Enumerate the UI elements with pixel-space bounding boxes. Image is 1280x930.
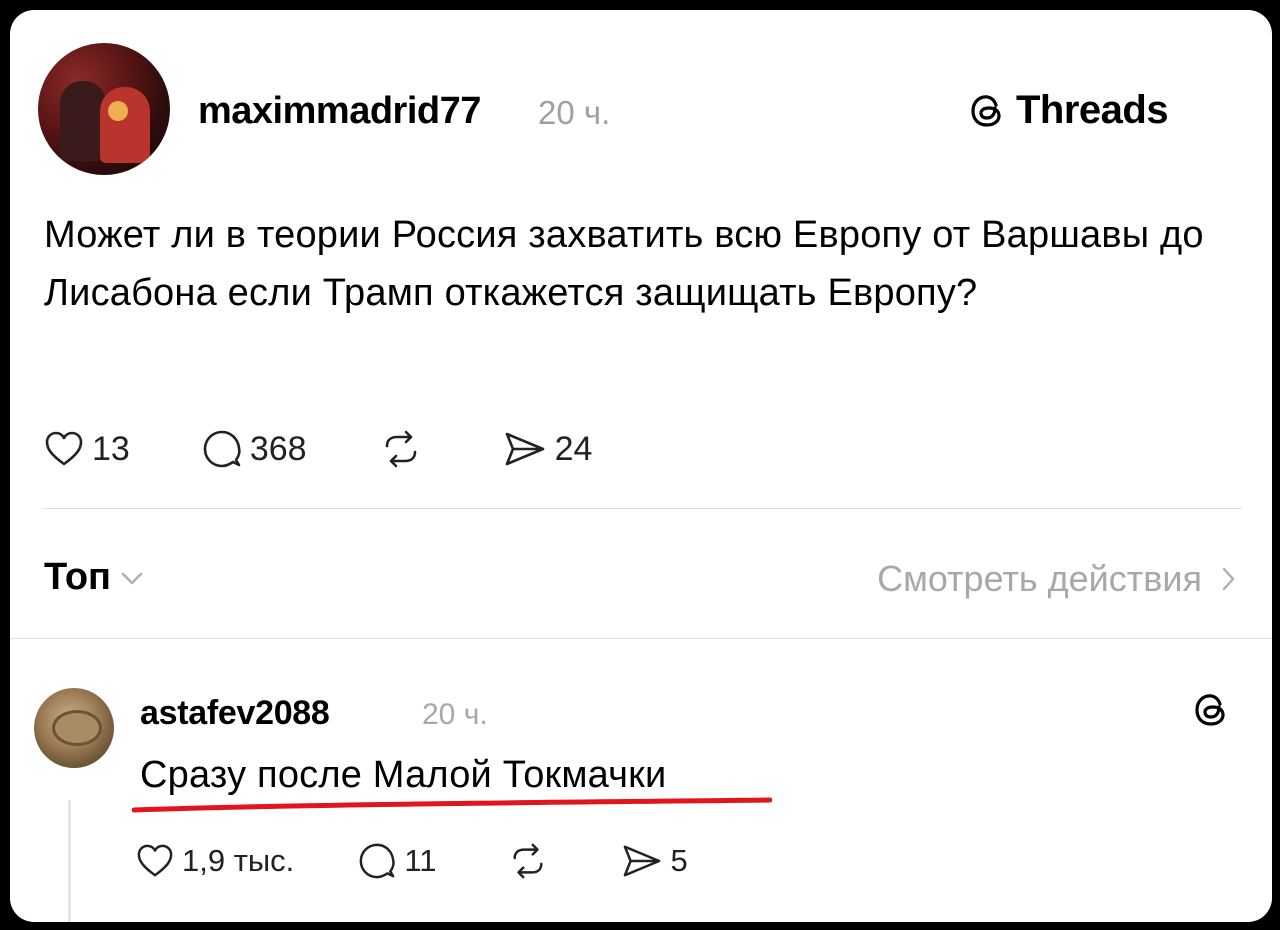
comment-icon [203,430,241,468]
share-count: 5 [670,843,688,878]
threads-logo-icon [971,94,1001,127]
sort-dropdown[interactable]: Топ [44,556,145,599]
repost-button[interactable] [507,842,549,880]
repost-icon [385,430,416,468]
chevron-right-icon [1222,567,1235,591]
view-activity-label: Смотреть действия [877,558,1202,599]
post-actions: 13 368 24 [44,424,592,474]
post-text: Может ли в теории Россия захватить всю Е… [44,214,1204,314]
thread-connector-line [68,800,71,922]
threads-card: maximmadrid77 20 ч. Threads Может ли в т… [10,10,1272,922]
send-icon [623,845,660,877]
share-button[interactable]: 24 [503,429,593,469]
heart-icon [137,844,173,877]
post-timestamp: 20 ч. [538,94,611,131]
threads-brand: Threads [968,88,1169,133]
author-avatar[interactable] [38,43,170,175]
threads-logo-icon[interactable] [1192,690,1232,730]
reply-button[interactable]: 11 [358,842,437,880]
threads-brand-label: Threads [1016,88,1169,132]
avatar-light [108,101,128,121]
comment-icon [359,843,396,879]
reply-count: 368 [249,429,307,468]
reply-timestamp: 20 ч. [422,698,488,731]
reply-author-username[interactable]: astafev2088 [140,694,330,733]
reply-count: 11 [404,843,437,878]
like-count: 13 [92,429,130,468]
divider [42,508,1242,509]
view-activity-link[interactable]: Смотреть действия [877,558,1236,600]
sort-label: Топ [44,556,111,598]
send-icon [505,432,544,466]
reply-text: Сразу после Малой Токмачки [140,754,667,796]
share-button[interactable]: 5 [621,842,688,880]
repost-button[interactable] [379,429,423,469]
author-username[interactable]: maximmadrid77 [198,90,481,133]
reply-button[interactable]: 368 [202,429,307,469]
like-button[interactable]: 13 [44,430,130,469]
avatar-figure-right [100,87,150,163]
chevron-down-icon [121,572,143,584]
reply-actions: 1,9 тыс. 11 5 [136,842,688,880]
red-underline-annotation [132,797,772,813]
reply-author-avatar[interactable] [34,688,114,768]
like-button[interactable]: 1,9 тыс. [136,843,294,879]
share-count: 24 [554,429,593,468]
divider [10,638,1272,639]
like-count: 1,9 тыс. [182,843,295,878]
repost-icon [512,843,543,879]
avatar-face [52,710,102,746]
heart-icon [45,431,83,466]
